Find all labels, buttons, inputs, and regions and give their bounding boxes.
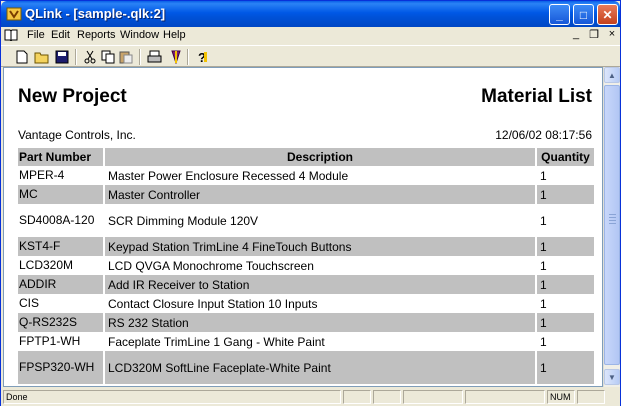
column-header-part-number: Part Number [18, 148, 105, 166]
status-pane [343, 390, 371, 404]
description-cell: Master Power Enclosure Recessed 4 Module [104, 166, 537, 185]
description-cell: Faceplate TrimLine 1 Gang - White Paint [104, 332, 537, 351]
quantity-cell: 1 [540, 213, 547, 228]
report-datetime: 12/06/02 08:17:56 [495, 128, 592, 142]
cut-icon[interactable] [81, 48, 99, 66]
description-cell: Contact Closure Input Station 10 Inputs [104, 294, 537, 313]
part-number-cell: ADDIR [18, 275, 105, 294]
quantity-cell: 1 [540, 296, 547, 311]
toolbar-separator [139, 49, 141, 65]
menu-edit[interactable]: Edit [51, 29, 70, 41]
description-cell: SCR Dimming Module 120V [104, 204, 537, 237]
help-icon[interactable]: ? [193, 48, 211, 66]
material-table: Part Number Description Quantity MPER-4 … [18, 148, 594, 384]
table-header-row: Part Number Description Quantity [18, 148, 594, 166]
menu-window[interactable]: Window [120, 29, 159, 41]
table-row: FPTP1-WH Faceplate TrimLine 1 Gang - Whi… [18, 332, 594, 351]
print-icon[interactable] [145, 48, 163, 66]
status-bar: Done NUM [1, 388, 620, 406]
vertical-scrollbar[interactable]: ▲ ▼ [603, 67, 620, 387]
part-number-cell: FPSP320-WH [18, 351, 105, 384]
scroll-down-icon[interactable]: ▼ [604, 369, 620, 385]
status-pane [403, 390, 463, 404]
num-lock-indicator: NUM [547, 390, 575, 404]
column-header-quantity: Quantity [536, 148, 594, 166]
menu-bar: File Edit Reports Window Help _ ❐ × [1, 27, 620, 44]
quantity-cell: 1 [536, 237, 594, 256]
description-cell: Add IR Receiver to Station [104, 275, 537, 294]
toolbar-separator [187, 49, 189, 65]
table-row: SD4008A-120 SCR Dimming Module 120V 1 [18, 204, 594, 237]
scroll-up-icon[interactable]: ▲ [604, 67, 620, 83]
table-row: CIS Contact Closure Input Station 10 Inp… [18, 294, 594, 313]
status-pane [577, 390, 605, 404]
mdi-restore-button[interactable]: ❐ [587, 28, 601, 41]
menu-file[interactable]: File [27, 29, 45, 41]
quantity-cell: 1 [536, 313, 594, 332]
description-cell: Keypad Station TrimLine 4 FineTouch Butt… [104, 237, 537, 256]
part-number-cell: SD4008A-120 [18, 204, 105, 237]
report-view[interactable]: New Project Material List Vantage Contro… [3, 67, 603, 387]
paste-icon[interactable] [117, 48, 135, 66]
toolbar-separator [75, 49, 77, 65]
grip-line [609, 217, 616, 218]
table-row: KST4-F Keypad Station TrimLine 4 FineTou… [18, 237, 594, 256]
column-header-description: Description [104, 148, 537, 166]
status-pane [373, 390, 401, 404]
table-row: ADDIR Add IR Receiver to Station 1 [18, 275, 594, 294]
part-number-cell: LCD320M [18, 256, 105, 275]
table-row: MC Master Controller 1 [18, 185, 594, 204]
report-type-title: Material List [481, 86, 592, 107]
project-title: New Project [18, 86, 127, 107]
part-number-cell: KST4-F [18, 237, 105, 256]
table-row: FPSP320-WH LCD320M SoftLine Faceplate-Wh… [18, 351, 594, 384]
qlink-app-icon [6, 7, 22, 21]
grip-line [609, 223, 616, 224]
part-number-cell: Q-RS232S [18, 313, 105, 332]
title-bar[interactable]: QLink - [sample-.qlk:2] _ □ ✕ [1, 1, 620, 27]
table-row: MPER-4 Master Power Enclosure Recessed 4… [18, 166, 594, 185]
part-number-cell: MPER-4 [18, 166, 105, 185]
save-icon[interactable] [53, 48, 71, 66]
toolbar: ? [1, 45, 620, 67]
description-cell: LCD320M SoftLine Faceplate-White Paint [104, 351, 537, 384]
part-number-cell: CIS [18, 294, 105, 313]
status-pane [465, 390, 545, 404]
report-icon[interactable] [167, 48, 185, 66]
quantity-cell: 1 [540, 258, 547, 273]
part-number-cell: FPTP1-WH [18, 332, 105, 351]
status-text: Done [3, 390, 341, 404]
app-window: QLink - [sample-.qlk:2] _ □ ✕ File Edit … [0, 0, 621, 406]
menu-help[interactable]: Help [163, 29, 186, 41]
quantity-cell: 1 [536, 275, 594, 294]
mdi-close-button[interactable]: × [605, 28, 619, 40]
quantity-cell: 1 [536, 185, 594, 204]
quantity-cell: 1 [540, 168, 547, 183]
maximize-button[interactable]: □ [573, 4, 594, 25]
grip-line [609, 214, 616, 215]
quantity-cell: 1 [536, 351, 594, 384]
table-row: Q-RS232S RS 232 Station 1 [18, 313, 594, 332]
grip-line [609, 220, 616, 221]
window-title: QLink - [sample-.qlk:2] [25, 6, 166, 21]
scrollbar-thumb[interactable] [604, 85, 620, 365]
description-cell: Master Controller [104, 185, 537, 204]
document-icon[interactable] [4, 29, 18, 41]
new-document-icon[interactable] [13, 48, 31, 66]
menu-reports[interactable]: Reports [77, 29, 116, 41]
copy-icon[interactable] [99, 48, 117, 66]
close-button[interactable]: ✕ [597, 4, 618, 25]
part-number-cell: MC [18, 185, 105, 204]
description-cell: LCD QVGA Monochrome Touchscreen [104, 256, 537, 275]
description-cell: RS 232 Station [104, 313, 537, 332]
quantity-cell: 1 [540, 334, 547, 349]
open-folder-icon[interactable] [33, 48, 51, 66]
minimize-button[interactable]: _ [549, 4, 570, 25]
table-row: LCD320M LCD QVGA Monochrome Touchscreen … [18, 256, 594, 275]
mdi-minimize-button[interactable]: _ [569, 28, 583, 40]
company-name: Vantage Controls, Inc. [18, 128, 136, 142]
